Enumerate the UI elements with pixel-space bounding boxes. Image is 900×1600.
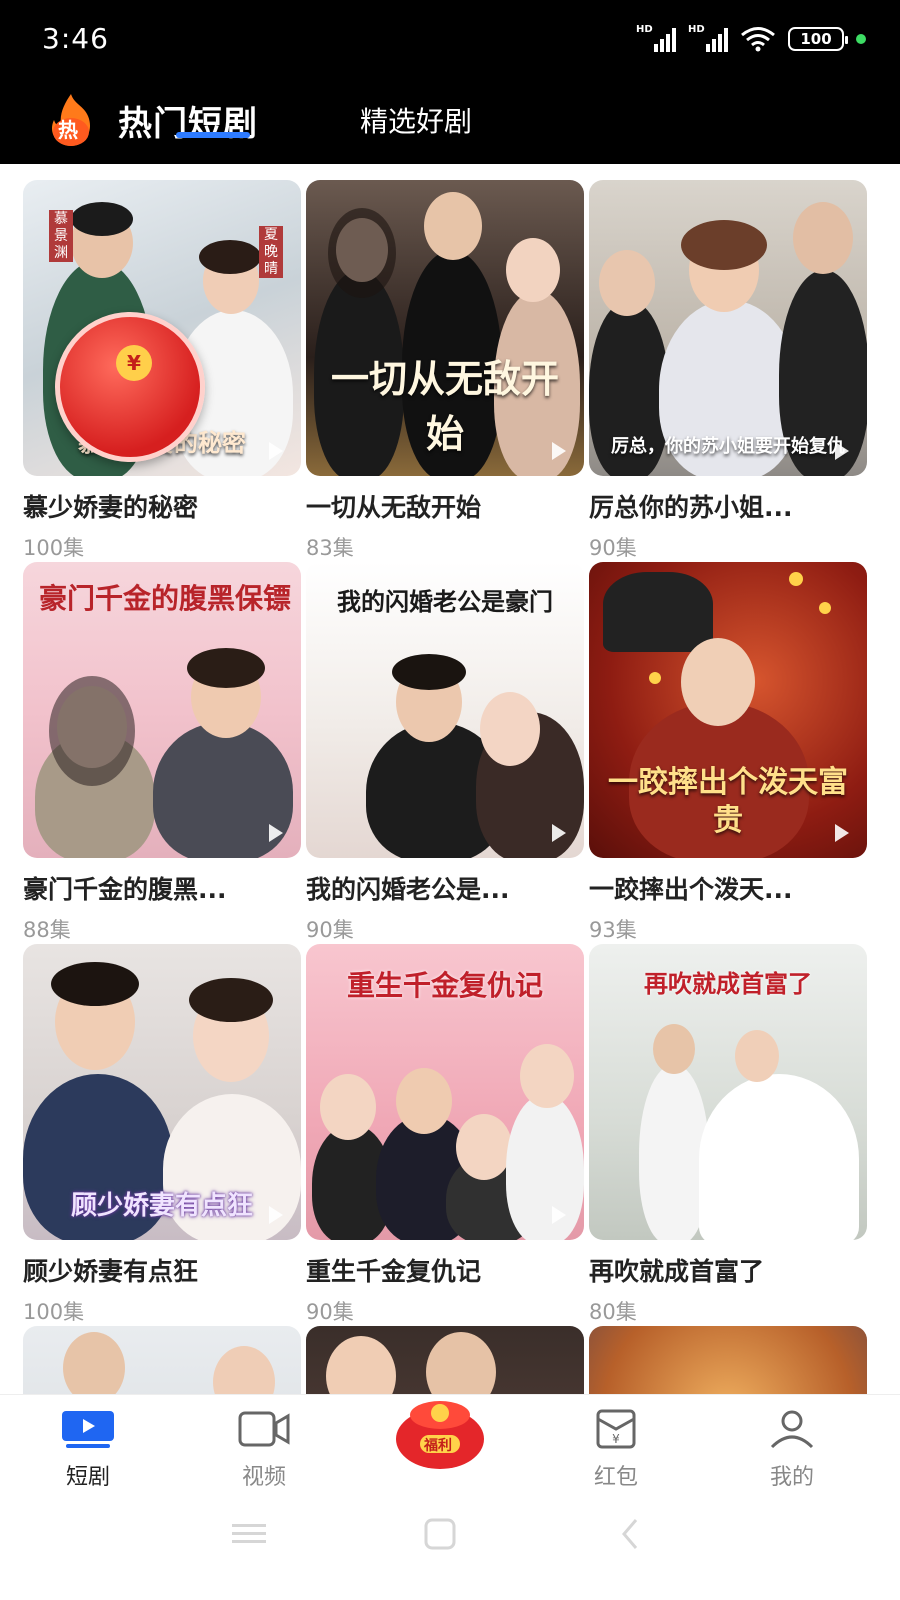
red-packet-float-button[interactable]: ¥	[55, 312, 205, 462]
drama-poster[interactable]: 重生千金复仇记	[306, 944, 584, 1240]
back-icon[interactable]	[620, 1518, 640, 1550]
drama-card[interactable]: 我的闪婚老公是豪门 我的闪婚老公是... 90集	[306, 562, 584, 944]
play-icon	[552, 1206, 566, 1224]
drama-card[interactable]: 重生千金复仇记 重生千金复仇记 90集	[306, 944, 584, 1326]
drama-poster[interactable]: 我的闪婚老公是豪门	[306, 562, 584, 858]
poster-name-tag: 慕景渊	[49, 210, 73, 262]
nav-video[interactable]: 视频	[204, 1409, 324, 1491]
red-packet-icon: ¥	[596, 1409, 636, 1449]
drama-card[interactable]: 一切从无敌开始 一切从无敌开始 83集	[306, 180, 584, 562]
drama-title: 再吹就成首富了	[589, 1257, 765, 1286]
poster-title: 厉总，你的苏小姐要开始复仇	[611, 436, 845, 457]
drama-poster[interactable]: 再吹就成首富了	[589, 944, 867, 1240]
drama-title: 一切从无敌开始	[306, 493, 482, 522]
drama-title: 厉总你的苏小姐...	[589, 493, 793, 522]
episode-count: 83集	[306, 536, 354, 560]
drama-card[interactable]: 厉总，你的苏小姐要开始复仇 厉总你的苏小姐... 90集	[589, 180, 867, 562]
poster-name-tag: 夏晚晴	[259, 226, 283, 278]
menu-icon[interactable]	[232, 1522, 266, 1546]
poster-title: 重生千金复仇记	[346, 969, 543, 1002]
nav-label: 红包	[593, 1465, 638, 1490]
bottom-nav: 短剧 视频 福利 ¥ 红包 我的	[0, 1394, 900, 1504]
poster-title: 一跤摔出个泼天富贵	[608, 765, 848, 838]
poster-title: 我的闪婚老公是豪门	[337, 587, 553, 616]
drama-card[interactable]: 一跤摔出个泼天富贵 一跤摔出个泼天... 93集	[589, 562, 867, 944]
drama-poster[interactable]: 慕景渊 夏晚晴 慕少娇妻的秘密 ¥	[23, 180, 301, 476]
poster-title: 豪门千金的腹黑保镖	[39, 582, 292, 615]
play-icon	[835, 442, 849, 460]
nav-short-drama[interactable]: 短剧	[28, 1409, 148, 1491]
play-icon	[269, 824, 283, 842]
status-bar: 3:46 HD HD 100	[0, 0, 900, 82]
drama-title: 顾少娇妻有点狂	[23, 1257, 199, 1286]
nav-mine[interactable]: 我的	[732, 1409, 852, 1491]
signal-icon: HD	[636, 24, 676, 52]
nav-label: 视频	[241, 1465, 286, 1490]
wifi-icon	[741, 27, 775, 52]
fire-icon-label: 热	[58, 118, 78, 142]
drama-grid: 慕景渊 夏晚晴 慕少娇妻的秘密 ¥ 慕少娇妻的秘密 100集 一切从无敌开始 一…	[0, 164, 900, 1422]
sim2-label: HD	[688, 24, 705, 35]
poster-title: 顾少娇妻有点狂	[70, 1191, 253, 1221]
episode-count: 100集	[23, 1300, 85, 1324]
play-icon	[269, 442, 283, 460]
play-icon	[269, 1206, 283, 1224]
coin-icon: ¥	[116, 345, 152, 381]
episode-count: 100集	[23, 536, 85, 560]
play-icon	[552, 442, 566, 460]
play-screen-icon	[62, 1411, 114, 1448]
active-tab-indicator	[176, 132, 250, 138]
drama-card[interactable]: 再吹就成首富了 再吹就成首富了 80集	[589, 944, 867, 1326]
drama-title: 豪门千金的腹黑...	[23, 875, 227, 904]
episode-count: 80集	[589, 1300, 637, 1324]
drama-poster[interactable]: 一跤摔出个泼天富贵	[589, 562, 867, 858]
drama-poster[interactable]: 顾少娇妻有点狂	[23, 944, 301, 1240]
battery-icon: 100	[788, 27, 848, 51]
nav-welfare[interactable]: 福利	[380, 1395, 500, 1475]
episode-count: 93集	[589, 918, 637, 942]
sim1-label: HD	[636, 24, 653, 35]
signal-icon: HD	[688, 24, 728, 52]
system-nav-bar	[0, 1504, 900, 1600]
drama-card[interactable]: 顾少娇妻有点狂 顾少娇妻有点狂 100集	[23, 944, 301, 1326]
nav-red-packet[interactable]: ¥ 红包	[556, 1409, 676, 1491]
drama-poster[interactable]: 一切从无敌开始	[306, 180, 584, 476]
drama-poster[interactable]: 豪门千金的腹黑保镖	[23, 562, 301, 858]
drama-title: 一跤摔出个泼天...	[589, 875, 793, 904]
episode-count: 90集	[306, 1300, 354, 1324]
welfare-label: 福利	[424, 1438, 452, 1454]
nav-label: 短剧	[65, 1465, 110, 1490]
tab-selected-dramas[interactable]: 精选好剧	[360, 100, 472, 140]
poster-title: 再吹就成首富了	[644, 969, 812, 998]
play-icon	[552, 824, 566, 842]
drama-title: 我的闪婚老公是...	[306, 875, 510, 904]
battery-level: 100	[800, 30, 832, 48]
drama-title: 慕少娇妻的秘密	[23, 493, 199, 522]
video-camera-icon	[238, 1411, 290, 1447]
episode-count: 90集	[306, 918, 354, 942]
episode-count: 88集	[23, 918, 71, 942]
drama-poster[interactable]: 厉总，你的苏小姐要开始复仇	[589, 180, 867, 476]
home-icon[interactable]	[424, 1518, 456, 1550]
poster-title: 一切从无敌开始	[330, 356, 559, 456]
episode-count: 90集	[589, 536, 637, 560]
play-icon	[835, 1206, 849, 1224]
welfare-gift-icon	[396, 1401, 484, 1469]
privacy-indicator	[856, 34, 866, 44]
status-icons: HD HD 100	[636, 24, 866, 52]
nav-label: 我的	[769, 1465, 814, 1490]
play-icon	[835, 824, 849, 842]
drama-card[interactable]: 慕景渊 夏晚晴 慕少娇妻的秘密 ¥ 慕少娇妻的秘密 100集	[23, 180, 301, 562]
drama-card[interactable]: 豪门千金的腹黑保镖 豪门千金的腹黑... 88集	[23, 562, 301, 944]
fire-icon[interactable]: 热	[44, 92, 98, 148]
status-time: 3:46	[42, 22, 109, 55]
red-packet-icon-symbol: ¥	[612, 1432, 620, 1446]
user-icon	[770, 1410, 814, 1449]
top-tabs: 热 热门短剧 精选好剧	[0, 82, 900, 164]
drama-title: 重生千金复仇记	[306, 1257, 482, 1286]
